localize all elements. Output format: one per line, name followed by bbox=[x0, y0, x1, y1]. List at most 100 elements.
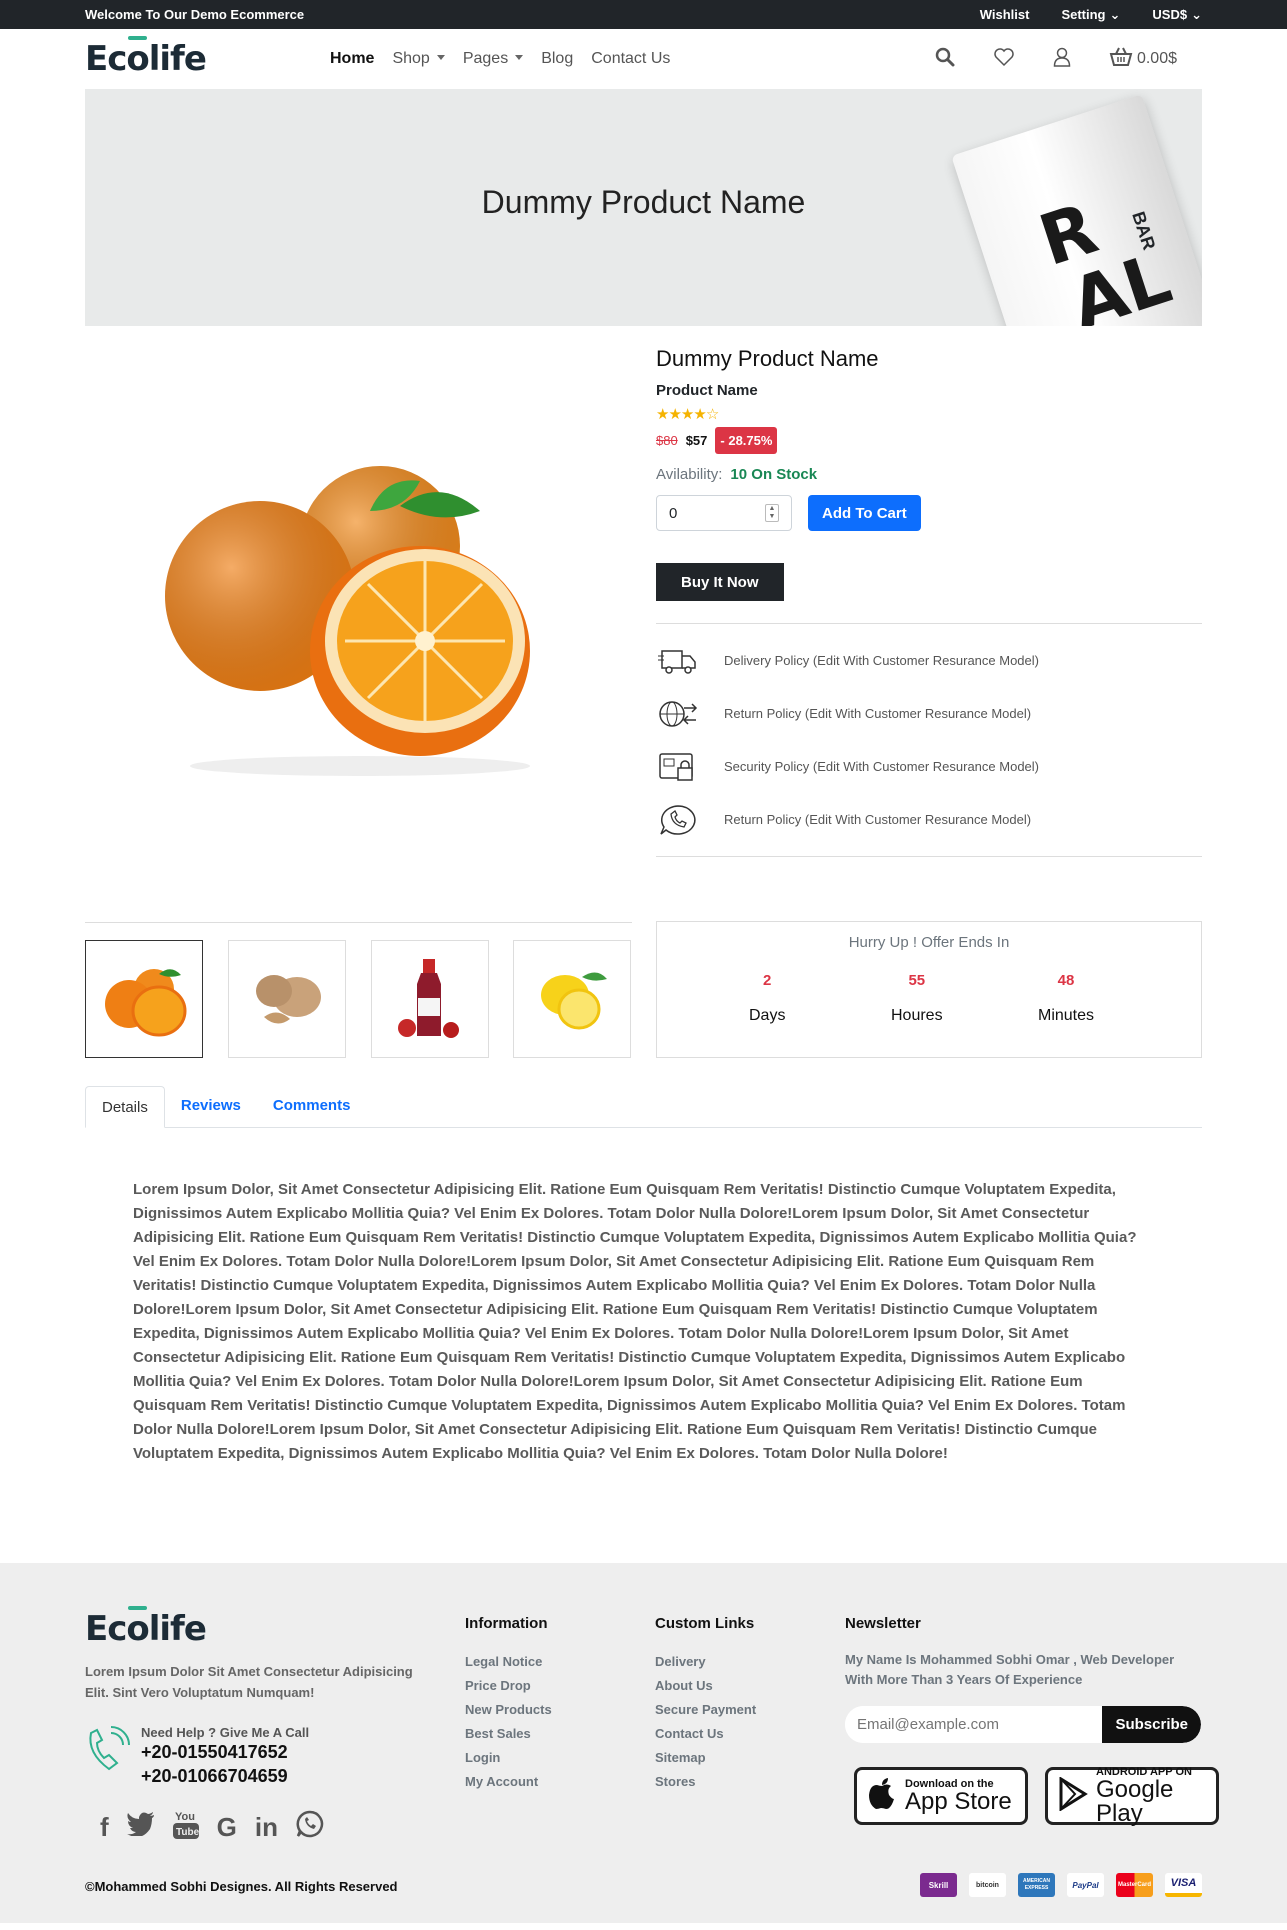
app-store-button[interactable]: Download on the App Store bbox=[854, 1767, 1028, 1825]
countdown-minutes: 48 Minutes bbox=[1038, 972, 1094, 1025]
nav-shop[interactable]: Shop bbox=[392, 50, 444, 68]
currency-label: USD$ bbox=[1152, 7, 1188, 22]
footer-link[interactable]: New Products bbox=[465, 1698, 552, 1722]
star-empty-icon: ☆ bbox=[705, 406, 719, 423]
top-bar: Welcome To Our Demo Ecommerce Wishlist S… bbox=[0, 0, 1287, 29]
minutes-value: 48 bbox=[1057, 972, 1075, 989]
phone-number-2[interactable]: +20-01066704659 bbox=[141, 1764, 309, 1788]
quantity-value: 0 bbox=[669, 504, 678, 522]
footer-link[interactable]: About Us bbox=[655, 1674, 756, 1698]
svg-text:You: You bbox=[175, 1811, 195, 1823]
footer-link[interactable]: Sitemap bbox=[655, 1746, 756, 1770]
countdown-days: 2 Days bbox=[749, 972, 785, 1025]
payment-methods: Skrill bitcoin AMERICAN EXPRESS PayPal M… bbox=[920, 1873, 1202, 1897]
footer-link[interactable]: Stores bbox=[655, 1770, 756, 1794]
footer-link[interactable]: My Account bbox=[465, 1770, 552, 1794]
nav-pages[interactable]: Pages bbox=[463, 50, 523, 68]
play-icon bbox=[1058, 1776, 1088, 1815]
footer-about: Lorem Ipsum Dolor Sit Amet Consectetur A… bbox=[85, 1664, 413, 1700]
minutes-label: Minutes bbox=[1038, 1007, 1095, 1024]
tab-reviews[interactable]: Reviews bbox=[165, 1085, 257, 1127]
days-label: Days bbox=[749, 1007, 786, 1024]
heart-icon[interactable] bbox=[993, 47, 1015, 72]
delivery-truck-icon bbox=[656, 646, 700, 676]
footer-link[interactable]: Price Drop bbox=[465, 1674, 552, 1698]
policy-text: Return Policy (Edit With Customer Resura… bbox=[724, 706, 1032, 721]
nav-blog[interactable]: Blog bbox=[541, 50, 573, 68]
hours-label: Houres bbox=[891, 1007, 943, 1024]
footer-link[interactable]: Best Sales bbox=[465, 1722, 552, 1746]
welcome-text: Welcome To Our Demo Ecommerce bbox=[85, 7, 305, 22]
spinner-icon[interactable]: ▲ ▼ bbox=[765, 504, 779, 522]
search-icon[interactable] bbox=[935, 47, 955, 72]
mastercard-icon: MasterCard bbox=[1116, 1873, 1153, 1897]
help-text: Need Help ? Give Me A Call bbox=[141, 1725, 310, 1740]
svg-text:Tube: Tube bbox=[176, 1827, 199, 1838]
email-field[interactable] bbox=[845, 1706, 1103, 1743]
user-icon[interactable] bbox=[1053, 47, 1071, 72]
policy-item: Delivery Policy (Edit With Customer Resu… bbox=[656, 634, 1202, 687]
copyright: ©Mohammed Sobhi Designes. All Rights Res… bbox=[85, 1879, 398, 1894]
star-filled-icon: ★ bbox=[668, 406, 681, 423]
subscribe-button[interactable]: Subscribe bbox=[1102, 1706, 1201, 1743]
footer-link[interactable]: Delivery bbox=[655, 1650, 756, 1674]
policy-item: Security Policy (Edit With Customer Resu… bbox=[656, 740, 1202, 793]
product-description: Lorem Ipsum Dolor, Sit Amet Consectetur … bbox=[133, 1181, 1137, 1462]
footer-link[interactable]: Secure Payment bbox=[655, 1698, 756, 1722]
thumb-walnut[interactable] bbox=[228, 940, 346, 1058]
offer-title: Hurry Up ! Offer Ends In bbox=[848, 934, 1010, 951]
thumb-lemon[interactable] bbox=[513, 940, 631, 1058]
linkedin-icon[interactable]: in bbox=[255, 1812, 278, 1843]
policy-text: Security Policy (Edit With Customer Resu… bbox=[724, 759, 1039, 774]
cart-row: 0 ▲ ▼ Add To Cart bbox=[656, 495, 1202, 531]
star-filled-icon: ★ bbox=[680, 406, 694, 423]
twitter-icon[interactable] bbox=[126, 1812, 155, 1843]
old-price: $80 bbox=[656, 433, 678, 448]
nav-icons: 0.00$ bbox=[935, 47, 1177, 72]
footer-link[interactable]: Contact Us bbox=[655, 1722, 756, 1746]
nav-contact[interactable]: Contact Us bbox=[591, 50, 670, 68]
phone-number-1[interactable]: +20-01550417652 bbox=[141, 1740, 309, 1764]
chevron-down-icon: ⌄ bbox=[1191, 6, 1202, 22]
apple-icon bbox=[867, 1777, 897, 1815]
add-to-cart-button[interactable]: Add To Cart bbox=[808, 495, 921, 531]
footer-link[interactable]: Login bbox=[465, 1746, 552, 1770]
google-icon[interactable]: G bbox=[217, 1812, 237, 1843]
nav-home[interactable]: Home bbox=[330, 50, 374, 68]
footer-logo[interactable]: Ecolife bbox=[85, 1609, 330, 1649]
new-price: $57 bbox=[685, 433, 708, 448]
thumb-orange[interactable] bbox=[85, 940, 203, 1058]
subscribe-form: Subscribe bbox=[845, 1706, 1201, 1743]
facebook-icon[interactable]: f bbox=[100, 1812, 109, 1843]
footer-link[interactable]: Legal Notice bbox=[465, 1650, 552, 1674]
google-play-button[interactable]: ANDROID APP ON Google Play bbox=[1045, 1766, 1219, 1826]
logo[interactable]: Ecolife bbox=[85, 39, 330, 79]
availability: Avilability: 10 On Stock bbox=[656, 466, 1202, 483]
star-filled-icon: ★ bbox=[656, 406, 669, 423]
phone-icon bbox=[85, 1725, 131, 1788]
tab-details[interactable]: Details bbox=[85, 1086, 165, 1128]
product-subname: Product Name bbox=[656, 382, 758, 399]
chevron-down-icon: ⌄ bbox=[1109, 6, 1121, 22]
app-store-big: App Store bbox=[905, 1788, 1012, 1815]
whatsapp-icon[interactable] bbox=[296, 1810, 324, 1845]
youtube-icon[interactable]: You Tube bbox=[172, 1809, 199, 1846]
information-title: Information bbox=[465, 1615, 548, 1632]
basket-icon bbox=[1109, 47, 1133, 72]
paypal-icon: PayPal bbox=[1067, 1873, 1104, 1897]
policies-list: Delivery Policy (Edit With Customer Resu… bbox=[656, 623, 1202, 857]
cart-button[interactable]: 0.00$ bbox=[1109, 47, 1177, 72]
product-title: Dummy Product Name bbox=[656, 346, 879, 371]
buy-now-button[interactable]: Buy It Now bbox=[656, 563, 784, 601]
wishlist-link[interactable]: Wishlist bbox=[980, 7, 1030, 22]
thumb-juice[interactable] bbox=[371, 940, 489, 1058]
skrill-icon: Skrill bbox=[920, 1873, 957, 1897]
availability-value: 10 On Stock bbox=[730, 466, 818, 483]
tab-comments[interactable]: Comments bbox=[257, 1085, 367, 1127]
thumbs-divider bbox=[85, 922, 632, 923]
product-tabs: Details Reviews Comments bbox=[85, 1086, 1202, 1128]
quantity-stepper[interactable]: 0 ▲ ▼ bbox=[656, 495, 792, 531]
bitcoin-icon: bitcoin bbox=[969, 1873, 1006, 1897]
currency-dropdown[interactable]: USD$ ⌄ bbox=[1152, 7, 1202, 23]
setting-dropdown[interactable]: Setting ⌄ bbox=[1061, 7, 1120, 23]
